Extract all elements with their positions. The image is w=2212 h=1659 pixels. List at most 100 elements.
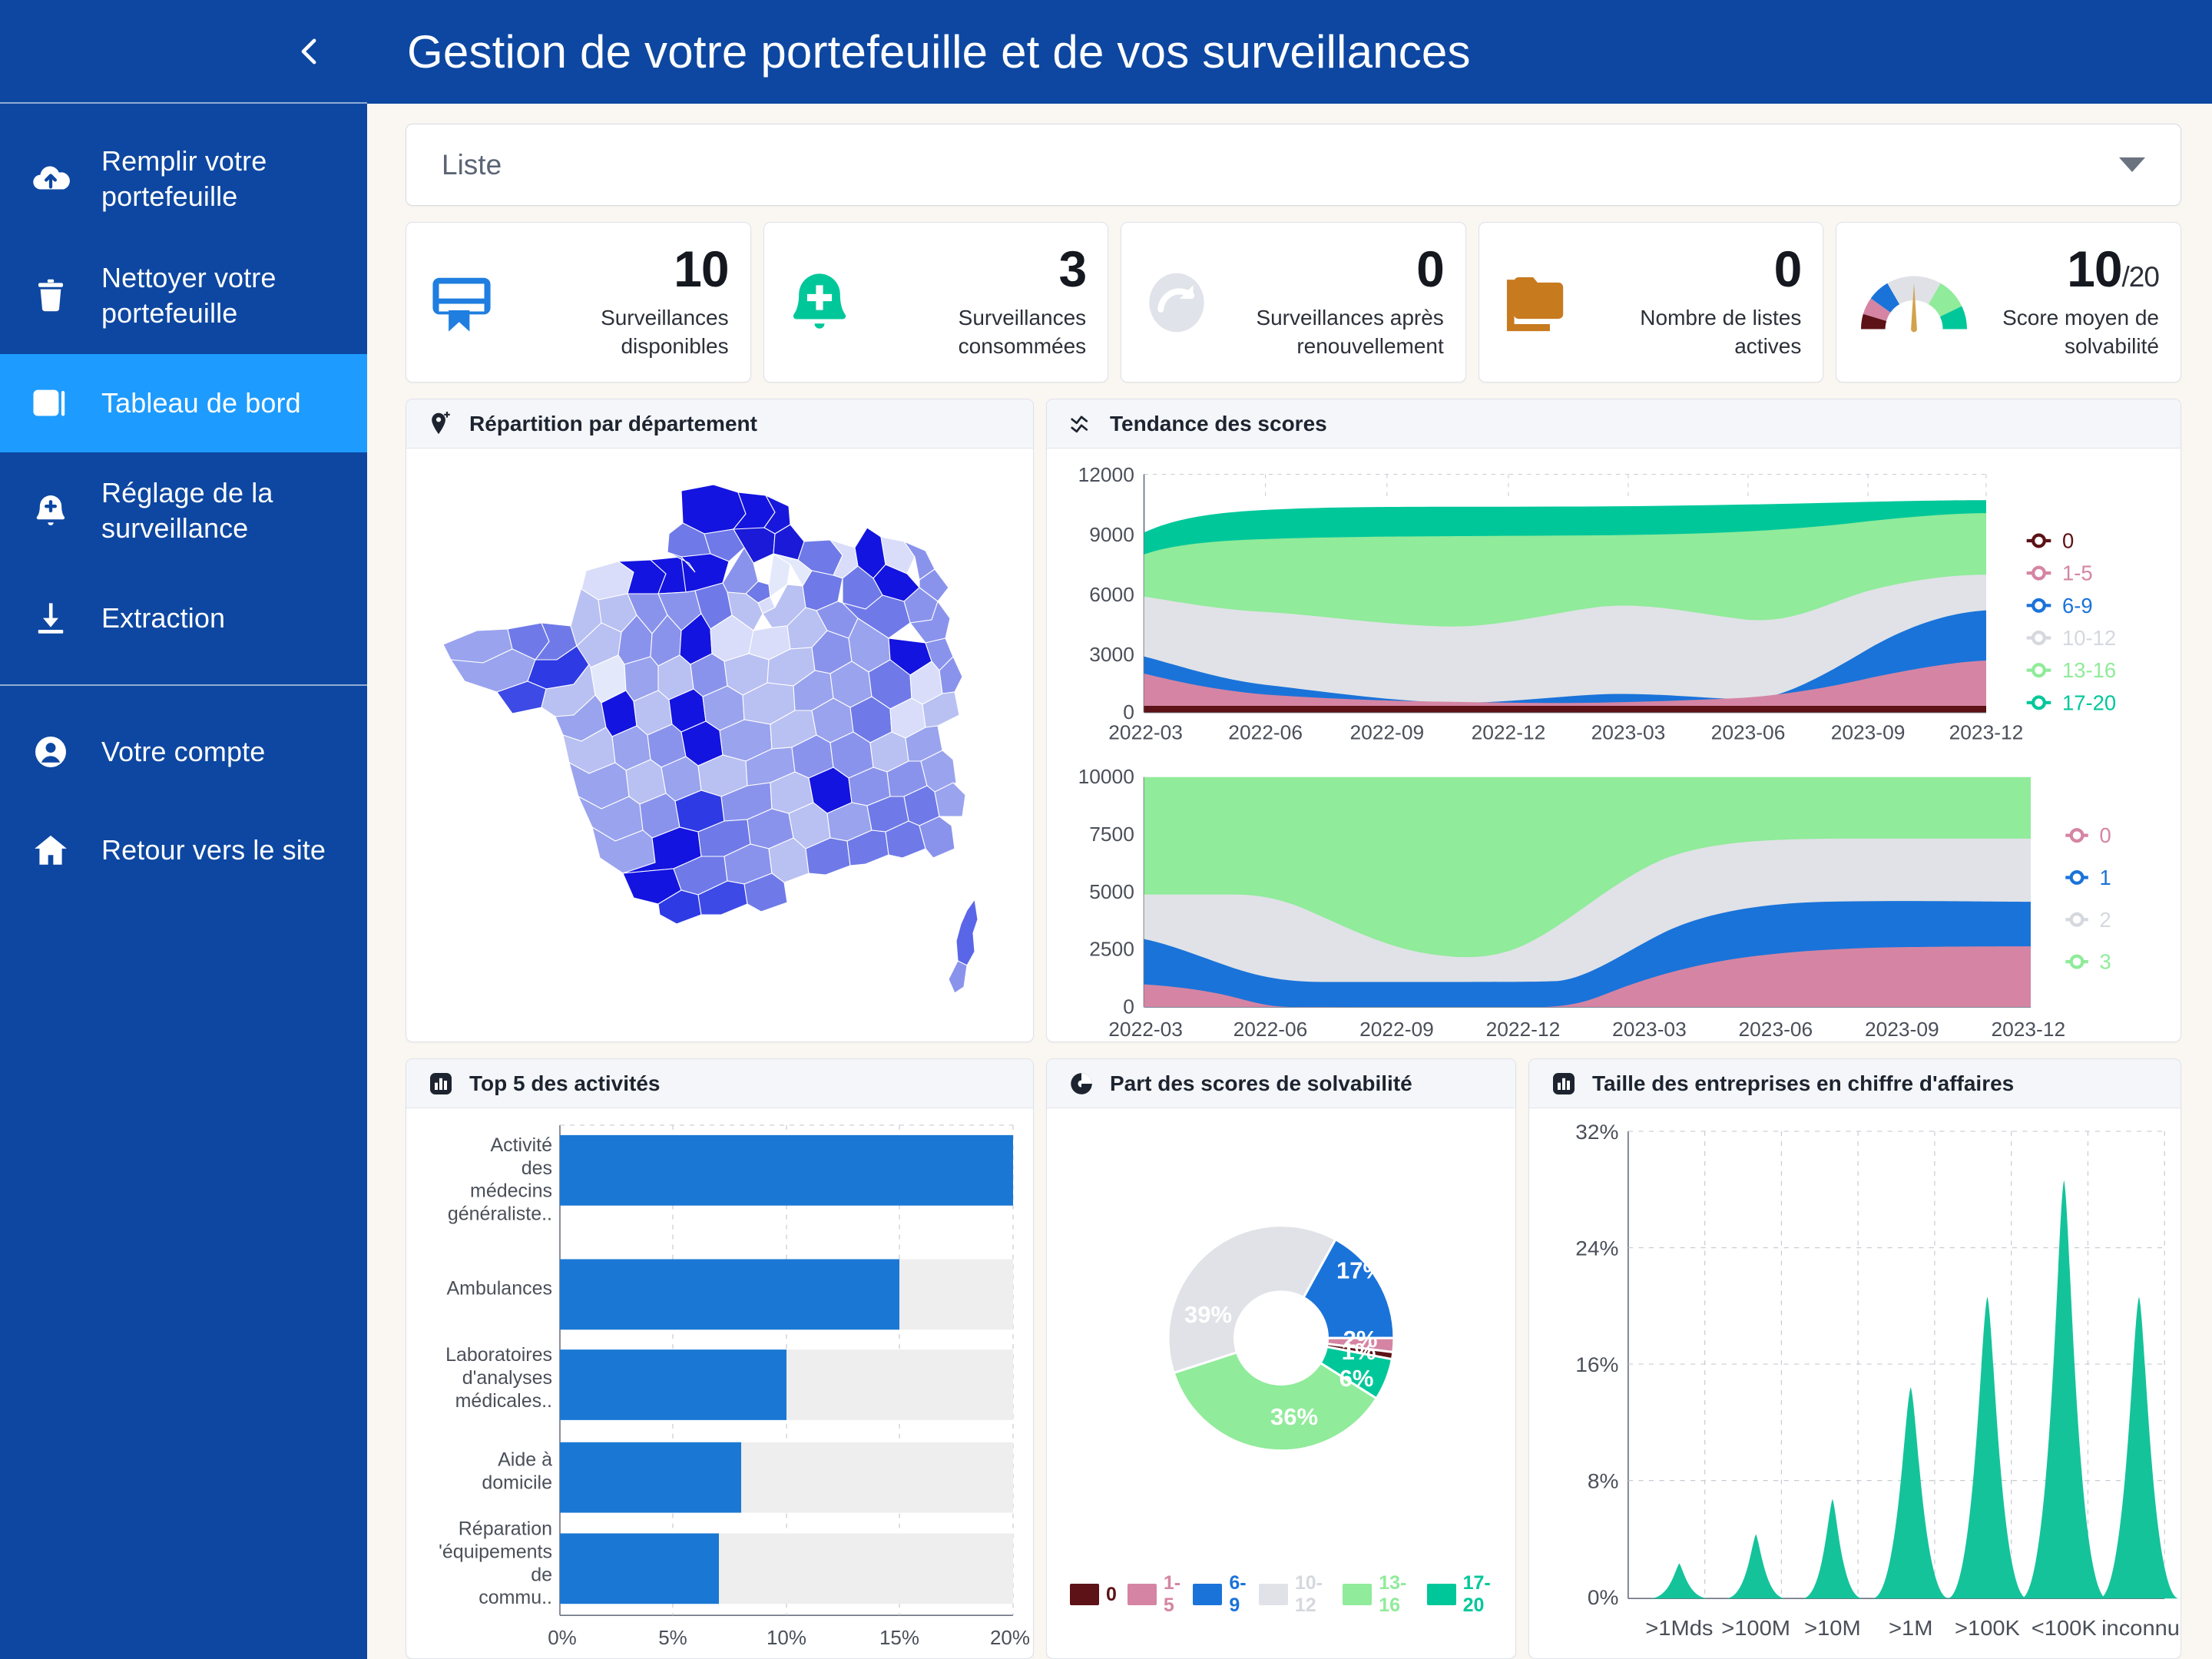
svg-text:10%: 10% xyxy=(767,1626,806,1649)
bar-chart-icon xyxy=(1551,1071,1577,1097)
sidebar-item-label: Extraction xyxy=(101,602,226,634)
renew-arrow-icon xyxy=(1141,267,1212,338)
svg-text:2023-12: 2023-12 xyxy=(1991,1018,2065,1041)
panel-title: Tendance des scores xyxy=(1110,411,1327,435)
sidebar-item-reglage-surveillance[interactable]: Réglage de la surveillance xyxy=(0,452,367,569)
kpi-card-surveillances-consommees: 3 Surveillances consommées xyxy=(763,222,1109,382)
svg-text:2022-12: 2022-12 xyxy=(1486,1018,1561,1041)
legend-item-10-12[interactable]: 10-12 xyxy=(1258,1572,1332,1617)
svg-text:Aide à: Aide à xyxy=(498,1449,552,1471)
svg-text:16%: 16% xyxy=(1575,1353,1618,1376)
trash-icon xyxy=(29,276,72,315)
sidebar-item-extraction[interactable]: Extraction xyxy=(0,569,367,667)
svg-text:12000: 12000 xyxy=(1078,463,1134,486)
map-pin-plus-icon xyxy=(428,411,454,437)
sidebar-item-votre-compte[interactable]: Votre compte xyxy=(0,703,367,801)
france-map[interactable] xyxy=(406,449,1033,1041)
svg-text:32%: 32% xyxy=(1575,1120,1618,1143)
pie-chart-icon xyxy=(1068,1071,1094,1097)
sidebar-item-retour-vers-le-site[interactable]: Retour vers le site xyxy=(0,801,367,899)
legend-label: 10-12 xyxy=(1294,1572,1323,1616)
legend-item-1-5[interactable]: 1-5 xyxy=(1127,1572,1182,1617)
bookmark-card-icon xyxy=(426,267,497,338)
kpi-label: Surveillances disponibles xyxy=(601,306,729,358)
folders-icon xyxy=(1499,267,1570,338)
kpi-value: 0 xyxy=(1416,240,1445,298)
kpi-value: 10/20 xyxy=(1982,243,2160,294)
legend-swatch xyxy=(1343,1584,1373,1605)
chart-part-des-scores-de-solvabilite[interactable]: 39% 36% 17% 2% 1% 6% 0 1-5 6-9 10-12 13-… xyxy=(1047,1108,1515,1658)
sidebar-item-label: Réglage de la surveillance xyxy=(101,477,273,545)
legend-swatch xyxy=(1426,1584,1456,1605)
sidebar-collapse-button[interactable] xyxy=(289,31,330,72)
svg-text:2: 2 xyxy=(2100,908,2111,932)
panel-top-5-des-activites: Top 5 des activités Activité des médecin… xyxy=(406,1058,1034,1659)
svg-text:20%: 20% xyxy=(990,1626,1030,1649)
panel-header: Top 5 des activités xyxy=(406,1059,1033,1108)
svg-text:commu..: commu.. xyxy=(478,1587,552,1608)
panel-row-2: Top 5 des activités Activité des médecin… xyxy=(406,1058,2181,1659)
sidebar: Remplir votre portefeuille Nettoyer votr… xyxy=(0,0,367,1659)
svg-text:>10M: >10M xyxy=(1804,1617,1861,1641)
svg-text:2023-03: 2023-03 xyxy=(1591,720,1666,743)
sidebar-group-primary: Remplir votre portefeuille Nettoyer votr… xyxy=(0,104,367,684)
svg-text:>100M: >100M xyxy=(1721,1617,1790,1641)
legend-item-0[interactable]: 0 xyxy=(1070,1584,1117,1606)
kpi-label: Surveillances après renouvellement xyxy=(1256,306,1444,358)
svg-text:0: 0 xyxy=(2100,823,2111,847)
svg-text:3000: 3000 xyxy=(1089,643,1134,666)
chart-legend: 0 1-5 6-9 10-12 13-16 17-20 xyxy=(2026,528,2116,714)
kpi-text: 10 Surveillances disponibles xyxy=(508,240,730,361)
sidebar-item-label: Nettoyer votre portefeuille xyxy=(101,262,276,329)
kpi-text: 0 Surveillances après renouvellement xyxy=(1223,243,1444,361)
svg-text:2500: 2500 xyxy=(1089,938,1134,961)
svg-text:médicales..: médicales.. xyxy=(455,1390,552,1412)
svg-text:d'analyses: d'analyses xyxy=(462,1367,552,1389)
page-header: Gestion de votre portefeuille et de vos … xyxy=(367,0,2212,104)
sidebar-item-label: Tableau de bord xyxy=(101,387,301,419)
legend-item-17-20[interactable]: 17-20 xyxy=(1426,1572,1500,1617)
svg-text:Laboratoires: Laboratoires xyxy=(445,1344,552,1366)
legend-item-6-9[interactable]: 6-9 xyxy=(1193,1572,1247,1617)
svg-text:6%: 6% xyxy=(1339,1365,1374,1392)
kpi-value-suffix: /20 xyxy=(2121,261,2160,293)
panel-taille-des-entreprises: Taille des entreprises en chiffre d'affa… xyxy=(1528,1058,2181,1659)
svg-text:1%: 1% xyxy=(1342,1338,1376,1365)
panel-header: Répartition par département xyxy=(406,399,1033,449)
list-select[interactable]: Liste xyxy=(406,124,2181,206)
trend-charts: 12000 9000 6000 3000 0 2022-03 2022-06 2… xyxy=(1047,449,2181,1041)
kpi-value: 0 xyxy=(1773,240,1803,298)
chevron-down-icon xyxy=(2119,157,2145,172)
legend-item-13-16[interactable]: 13-16 xyxy=(1343,1572,1416,1617)
svg-text:Ambulances: Ambulances xyxy=(446,1277,552,1299)
sidebar-item-tableau-de-bord[interactable]: Tableau de bord xyxy=(0,354,367,453)
sidebar-item-label: Remplir votre portefeuille xyxy=(101,145,267,213)
svg-text:médecins: médecins xyxy=(470,1181,552,1202)
chart-top-5-des-activites[interactable]: Activité des médecins généraliste.. Ambu… xyxy=(406,1108,1033,1658)
download-icon xyxy=(29,599,72,637)
svg-text:24%: 24% xyxy=(1575,1237,1618,1260)
chart-tendance-des-scores-bottom[interactable]: 10000 7500 5000 2500 0 2022-03 2022-06 2… xyxy=(1047,751,2181,1041)
kpi-text: 10/20 Score moyen de solvabilité xyxy=(1982,243,2160,361)
sidebar-item-remplir-portefeuille[interactable]: Remplir votre portefeuille xyxy=(0,121,367,237)
svg-text:0: 0 xyxy=(1123,995,1134,1018)
svg-text:0%: 0% xyxy=(1588,1586,1619,1609)
svg-text:Activité: Activité xyxy=(490,1134,552,1156)
svg-text:2023-09: 2023-09 xyxy=(1865,1018,1939,1041)
kpi-row: 10 Surveillances disponibles 3 Surveilla… xyxy=(406,222,2181,382)
svg-text:10-12: 10-12 xyxy=(2062,626,2116,650)
kpi-label: Nombre de listes actives xyxy=(1640,306,1802,358)
gauge-icon xyxy=(1856,266,1972,339)
sidebar-item-nettoyer-portefeuille[interactable]: Nettoyer votre portefeuille xyxy=(0,237,367,354)
legend-swatch xyxy=(1127,1584,1157,1605)
svg-text:7500: 7500 xyxy=(1089,823,1134,846)
panel-title: Répartition par département xyxy=(469,411,757,435)
panel-repartition-par-departement: Répartition par département xyxy=(406,399,1034,1042)
chart-legend: 0 1 2 3 xyxy=(2065,823,2111,974)
svg-text:2022-03: 2022-03 xyxy=(1108,720,1183,743)
chart-taille-des-entreprises[interactable]: 32% 24% 16% 8% 0% >1Mds >100M >10M >1M >… xyxy=(1529,1108,2181,1658)
chart-tendance-des-scores-top[interactable]: 12000 9000 6000 3000 0 2022-03 2022-06 2… xyxy=(1047,452,2181,751)
legend-label: 0 xyxy=(1106,1583,1117,1605)
legend-swatch xyxy=(1193,1584,1223,1605)
kpi-value: 10 xyxy=(674,240,729,298)
